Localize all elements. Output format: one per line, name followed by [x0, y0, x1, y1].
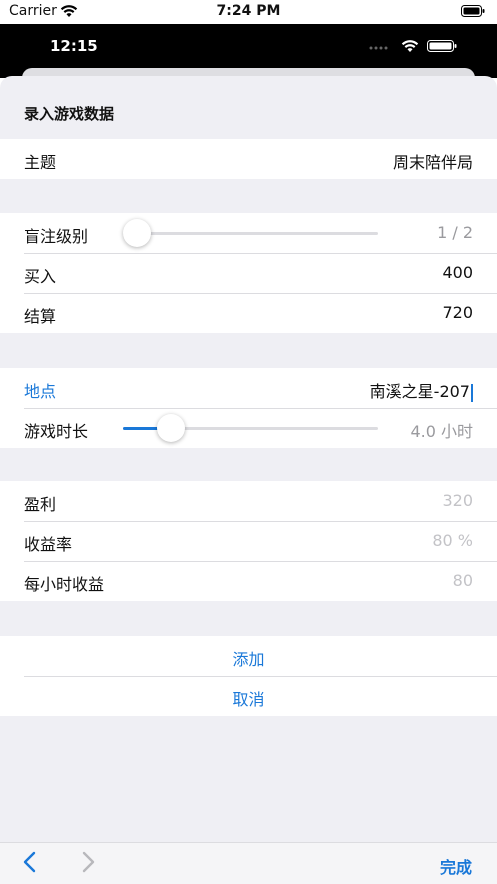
theme-row[interactable]: 主题 周末陪伴局: [0, 139, 497, 179]
roi-label: 收益率: [24, 535, 73, 554]
settle-value[interactable]: 720: [442, 303, 473, 322]
hourly-value: 80: [452, 571, 473, 590]
duration-slider[interactable]: [123, 414, 378, 442]
inner-status-icons: [369, 38, 459, 57]
text-caret: [471, 383, 473, 402]
duration-row: 游戏时长 4.0 小时: [0, 408, 497, 448]
theme-label: 主题: [24, 153, 57, 172]
location-label: 地点: [24, 382, 57, 401]
duration-label: 游戏时长: [24, 422, 89, 441]
battery-icon: [461, 5, 485, 21]
hourly-row: 每小时收益 80: [0, 561, 497, 601]
chevron-right-icon[interactable]: [80, 851, 96, 877]
theme-group: 主题 周末陪伴局: [0, 139, 497, 179]
results-group: 盈利 320 收益率 80 % 每小时收益 80: [0, 481, 497, 601]
sheet-title: 录入游戏数据: [24, 105, 115, 123]
location-value: 南溪之星-207: [369, 382, 470, 401]
keyboard-toolbar: 完成: [0, 842, 497, 884]
actions-group: 添加 取消: [0, 636, 497, 716]
status-time: 7:24 PM: [216, 3, 281, 19]
add-button[interactable]: 添加: [0, 636, 497, 676]
buyin-value[interactable]: 400: [442, 263, 473, 282]
duration-slider-thumb[interactable]: [157, 414, 185, 442]
location-row[interactable]: 地点 南溪之星-207: [0, 368, 497, 408]
blinds-label: 盲注级别: [24, 227, 89, 246]
buyin-row[interactable]: 买入 400: [0, 253, 497, 293]
inner-status-time: 12:15: [50, 37, 98, 55]
hourly-label: 每小时收益: [24, 575, 105, 594]
theme-value[interactable]: 周末陪伴局: [393, 149, 473, 173]
blinds-slider[interactable]: [123, 219, 378, 247]
blinds-slider-thumb[interactable]: [123, 219, 151, 247]
buyin-label: 买入: [24, 267, 57, 286]
battery-icon: [427, 40, 457, 52]
settle-label: 结算: [24, 307, 57, 326]
done-button[interactable]: 完成: [440, 854, 472, 878]
chevron-left-icon[interactable]: [22, 851, 38, 877]
roi-row: 收益率 80 %: [0, 521, 497, 561]
profit-value: 320: [442, 491, 473, 510]
signal-dots-icon: [369, 46, 388, 50]
add-button-label: 添加: [232, 650, 265, 669]
location-field[interactable]: 南溪之星-207: [370, 378, 473, 402]
session-group: 地点 南溪之星-207 游戏时长 4.0 小时: [0, 368, 497, 448]
entry-sheet: 录入游戏数据 主题 周末陪伴局 盲注级别 1 / 2 买入 400 结算 720…: [0, 76, 497, 883]
cancel-button-label: 取消: [232, 690, 265, 709]
wifi-icon: [401, 40, 419, 52]
profit-row: 盈利 320: [0, 481, 497, 521]
roi-value: 80 %: [432, 531, 473, 550]
profit-label: 盈利: [24, 495, 57, 514]
cancel-button[interactable]: 取消: [0, 676, 497, 716]
duration-value: 4.0 小时: [410, 422, 473, 441]
money-group: 盲注级别 1 / 2 买入 400 结算 720: [0, 213, 497, 333]
settle-row[interactable]: 结算 720: [0, 293, 497, 333]
status-bar: Carrier 7:24 PM: [0, 0, 497, 24]
blinds-value: 1 / 2: [437, 223, 473, 242]
blinds-row: 盲注级别 1 / 2: [0, 213, 497, 253]
